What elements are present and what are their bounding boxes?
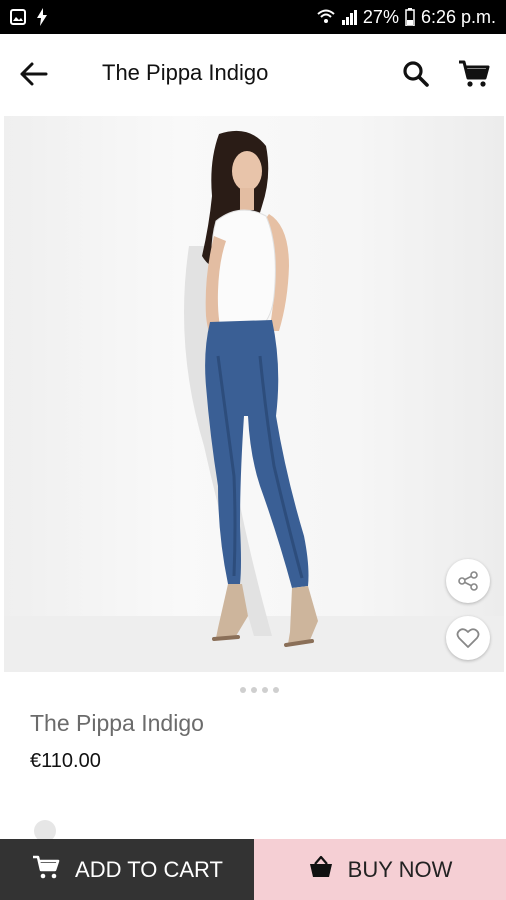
add-to-cart-button[interactable]: ADD TO CART — [0, 839, 254, 900]
page-title: The Pippa Indigo — [102, 60, 269, 85]
product-price: €110.00 — [30, 750, 101, 772]
back-arrow-icon[interactable] — [16, 56, 52, 92]
share-icon — [457, 570, 479, 592]
buy-now-button[interactable]: BUY NOW — [254, 839, 506, 900]
image-pagination-dots — [240, 687, 279, 693]
search-icon[interactable] — [400, 58, 432, 90]
status-bar: 27% 6:26 p.m. — [0, 0, 506, 34]
cart-icon — [31, 853, 61, 887]
pagination-dot[interactable] — [262, 687, 268, 693]
signal-icon — [341, 9, 357, 25]
add-to-cart-label: ADD TO CART — [75, 856, 223, 882]
battery-icon — [405, 8, 415, 26]
buy-now-label: BUY NOW — [347, 856, 453, 882]
product-name: The Pippa Indigo — [30, 710, 204, 736]
product-image[interactable] — [4, 116, 504, 672]
heart-icon — [456, 627, 480, 649]
share-button[interactable] — [446, 559, 490, 603]
basket-icon — [308, 855, 334, 885]
wishlist-button[interactable] — [446, 616, 490, 660]
pagination-dot[interactable] — [273, 687, 279, 693]
battery-percent: 27% — [362, 6, 399, 27]
status-time: 6:26 p.m. — [420, 6, 496, 27]
app-bar: The Pippa Indigo — [0, 34, 506, 114]
cart-icon[interactable] — [456, 56, 492, 92]
flash-icon — [36, 8, 48, 26]
pagination-dot[interactable] — [251, 687, 257, 693]
gallery-icon — [10, 9, 26, 25]
wifi-icon — [317, 9, 335, 25]
pagination-dot[interactable] — [240, 687, 246, 693]
bottom-action-bar: ADD TO CART BUY NOW — [0, 839, 506, 900]
